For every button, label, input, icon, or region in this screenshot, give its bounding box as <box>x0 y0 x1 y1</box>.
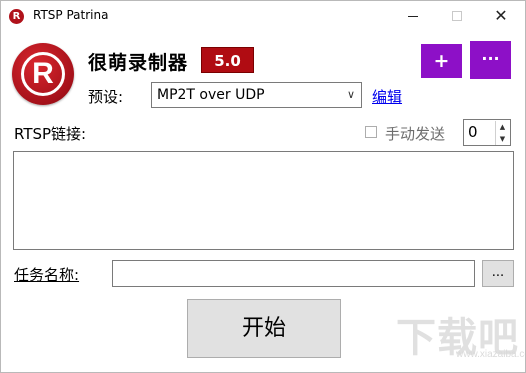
app-icon: R <box>9 9 24 24</box>
version-badge: 5.0 <box>201 47 254 73</box>
stepper-down-icon[interactable]: ▼ <box>495 133 509 145</box>
stepper-up-icon[interactable]: ▲ <box>495 121 509 133</box>
rtsp-links-textarea[interactable] <box>13 151 514 250</box>
task-name-input[interactable] <box>112 260 475 287</box>
count-value[interactable]: 0 <box>468 123 478 141</box>
chevron-down-icon: ∨ <box>346 88 355 101</box>
browse-button[interactable]: ... <box>482 260 514 287</box>
close-icon: ✕ <box>494 6 508 25</box>
preset-selected-value: MP2T over UDP <box>157 87 265 103</box>
task-name-label: 任务名称: <box>14 266 80 284</box>
rtsp-link-label: RTSP链接: <box>14 125 87 143</box>
start-button[interactable]: 开始 <box>187 299 341 358</box>
maximize-button[interactable] <box>435 1 479 31</box>
preset-label: 预设: <box>88 88 124 106</box>
minimize-button[interactable] <box>391 1 435 31</box>
watermark: 下载吧 www.xiazaiba.com <box>396 301 526 366</box>
app-logo-letter: R <box>32 57 54 90</box>
edit-preset-link[interactable]: 编辑 <box>372 86 402 107</box>
manual-send-label[interactable]: 手动发送 <box>385 123 445 144</box>
maximize-icon <box>452 11 462 21</box>
count-stepper[interactable]: 0 ▲ ▼ <box>463 119 511 146</box>
close-button[interactable]: ✕ <box>479 1 523 31</box>
manual-send-checkbox[interactable] <box>365 126 377 138</box>
app-name: 很萌录制器 <box>88 52 189 74</box>
watermark-url: www.xiazaiba.com <box>456 349 526 360</box>
preset-select[interactable]: MP2T over UDP ∨ <box>151 82 362 108</box>
minimize-icon <box>408 15 418 17</box>
app-window: R RTSP Patrina ✕ R 很萌录制器 5.0 + ··· 预设: M… <box>0 0 526 373</box>
app-logo: R <box>12 43 74 105</box>
more-button[interactable]: ··· <box>470 41 511 79</box>
window-title: RTSP Patrina <box>33 8 109 22</box>
add-button[interactable]: + <box>421 44 462 78</box>
title-bar[interactable]: R RTSP Patrina ✕ <box>1 1 525 32</box>
